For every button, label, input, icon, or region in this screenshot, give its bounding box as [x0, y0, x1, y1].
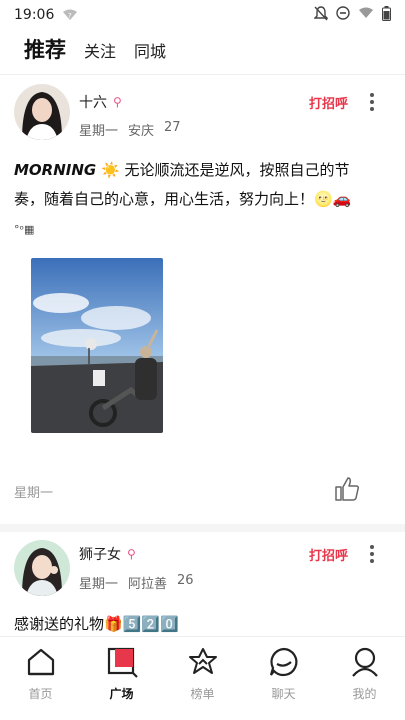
tabs-divider [0, 74, 405, 75]
city: 安庆 [128, 124, 155, 139]
avatar[interactable] [14, 540, 70, 596]
female-icon: ⚲ [127, 547, 136, 561]
wifi-icon [358, 7, 374, 23]
more-options-icon[interactable] [366, 93, 378, 111]
bottom-nav: 首页 广场 榜单 聊天 我的 [0, 636, 405, 720]
status-bar: 19:06 ? [0, 0, 405, 30]
greet-button[interactable]: 打招呼 [309, 93, 348, 112]
age: 26 [177, 573, 194, 588]
avatar[interactable] [14, 84, 70, 140]
bell-off-icon [313, 5, 329, 25]
do-not-disturb-icon [336, 6, 350, 24]
female-icon: ⚲ [113, 95, 122, 109]
plaza-icon [105, 645, 139, 679]
post-date: 星期一 [14, 486, 54, 501]
feed-post: 十六 ⚲ 星期一 安庆 27 打招呼 MORNING ☀️ 无论顺流还是逆风，按… [0, 84, 405, 524]
top-tabs: 推荐 关注 同城 [0, 30, 405, 72]
nav-profile[interactable]: 我的 [324, 637, 405, 720]
nav-ranking[interactable]: 榜单 [162, 637, 243, 720]
greet-button[interactable]: 打招呼 [309, 545, 348, 564]
svg-text:?: ? [68, 12, 72, 20]
ranking-icon [186, 645, 220, 679]
post-text: 感谢送的礼物🎁5️⃣2️⃣0️⃣ [14, 615, 179, 633]
home-icon [24, 645, 58, 679]
nav-plaza[interactable]: 广场 [81, 637, 162, 720]
feed-post: 狮子女 ⚲ 星期一 阿拉善 26 打招呼 感谢送的礼物🎁5️⃣2️⃣0️⃣ [0, 540, 405, 640]
nav-chat[interactable]: 聊天 [243, 637, 324, 720]
wifi-question-icon: ? [62, 9, 78, 21]
post-divider [0, 524, 405, 532]
tab-nearby[interactable]: 同城 [134, 38, 166, 72]
age: 27 [164, 120, 181, 135]
more-options-icon[interactable] [366, 545, 378, 563]
battery-icon [382, 5, 391, 25]
post-text: MORNING ☀️ 无论顺流还是逆风，按照自己的节 奏，随着自己的心意，用心生… [14, 161, 352, 236]
chat-icon [267, 645, 301, 679]
like-icon[interactable] [334, 476, 360, 502]
city: 阿拉善 [128, 577, 168, 592]
username[interactable]: 狮子女 ⚲ [79, 544, 136, 564]
username[interactable]: 十六 ⚲ [79, 92, 122, 112]
nav-home[interactable]: 首页 [0, 637, 81, 720]
status-time: 19:06 [14, 7, 55, 23]
post-photo[interactable] [31, 258, 163, 433]
tab-following[interactable]: 关注 [84, 38, 116, 72]
post-meta: 星期一 阿拉善 26 [79, 573, 194, 592]
profile-icon [348, 645, 382, 679]
post-meta: 星期一 安庆 27 [79, 120, 181, 139]
tab-recommend[interactable]: 推荐 [24, 34, 66, 72]
